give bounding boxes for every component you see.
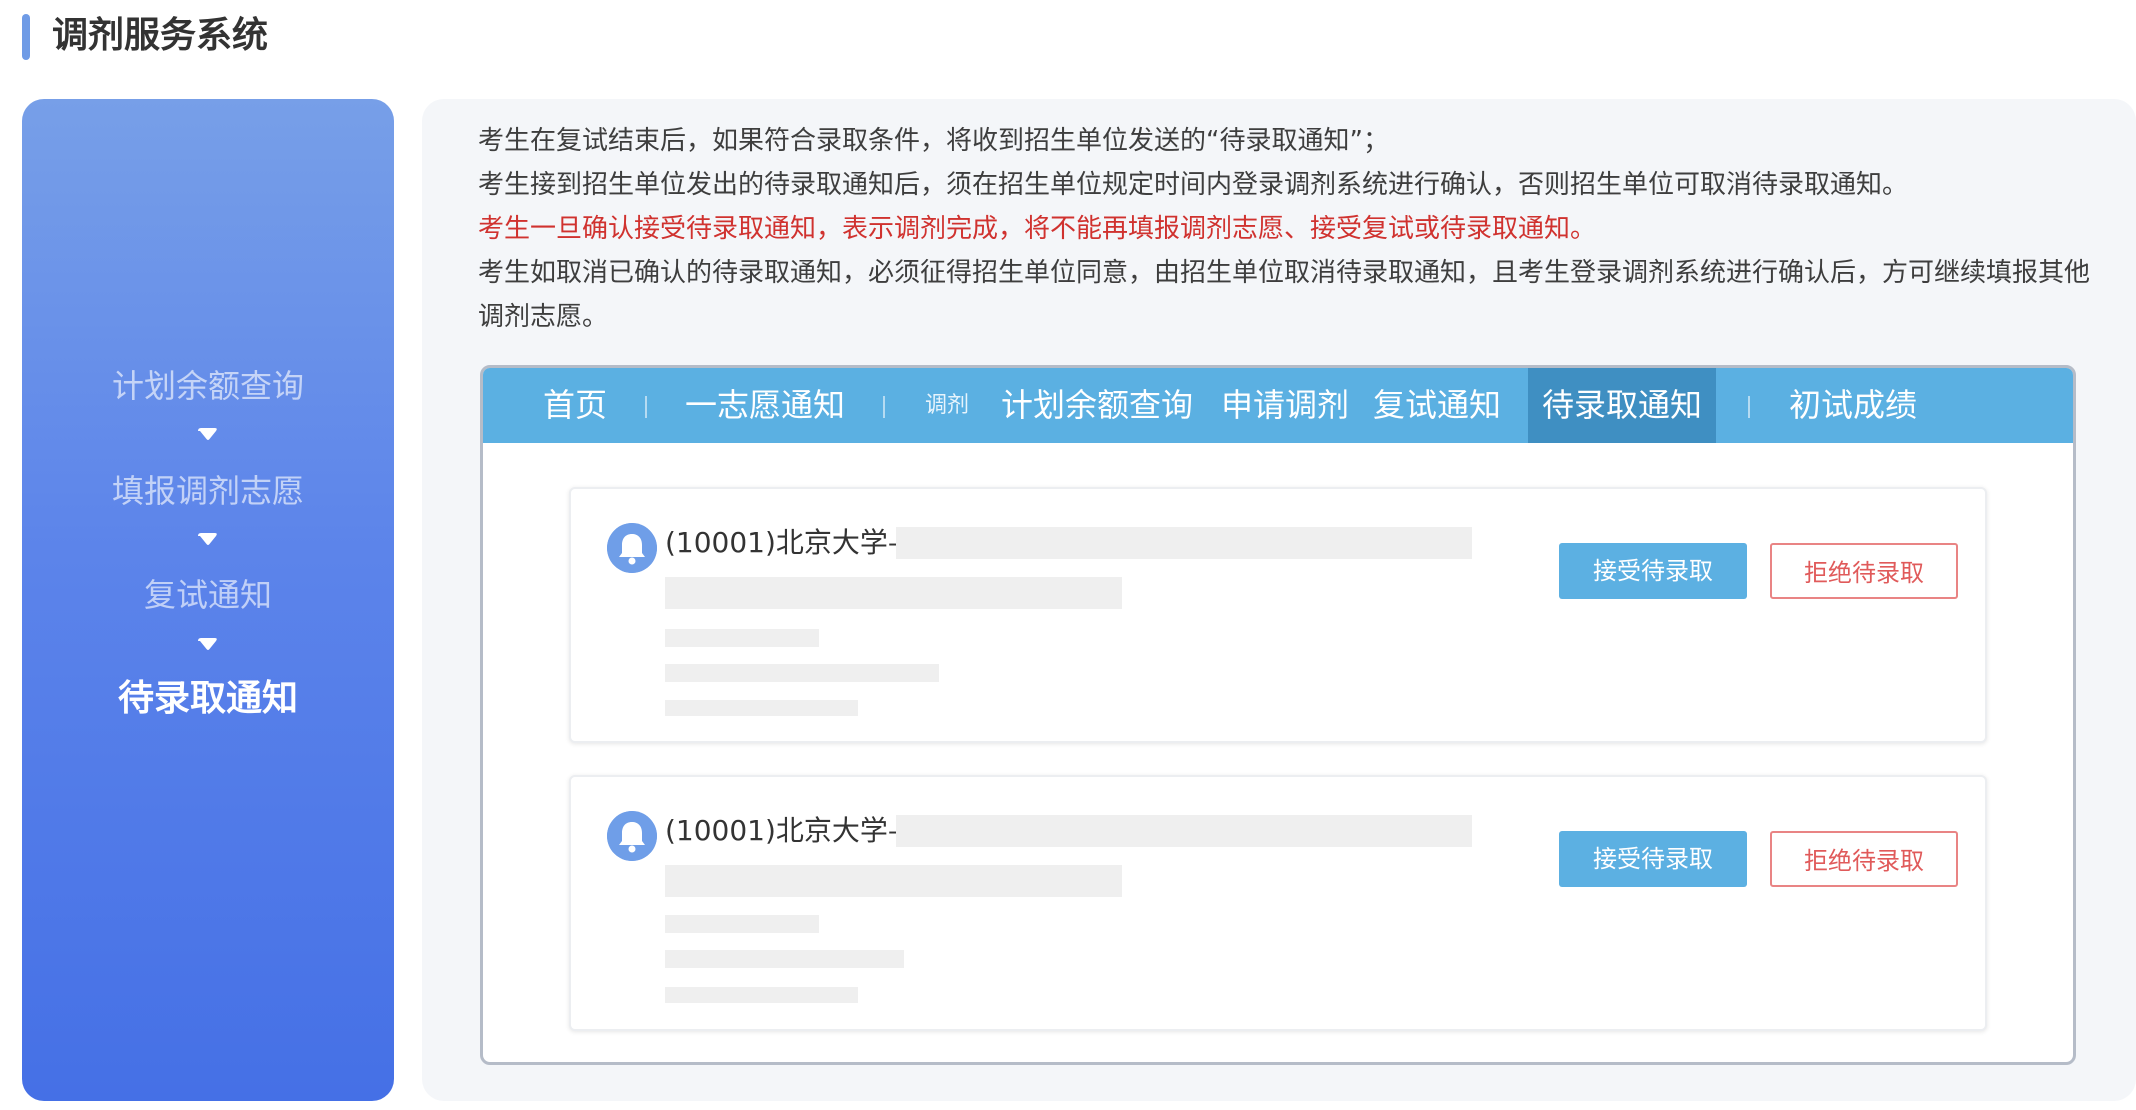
reject-admission-button[interactable]: 拒绝待录取 — [1770, 543, 1958, 599]
nav-divider — [883, 396, 885, 418]
bell-icon — [607, 811, 657, 861]
nav-divider — [645, 396, 647, 418]
system-preview-frame: 首页 一志愿通知 调剂 计划余额查询 申请调剂 复试通知 待录取通知 初试成绩 — [480, 365, 2076, 1065]
blurred-text — [665, 629, 819, 647]
description-line: 考生如取消已确认的待录取通知，必须征得招生单位同意，由招生单位取消待录取通知，且… — [478, 258, 2091, 332]
step-admission-notice[interactable]: 待录取通知 — [22, 677, 394, 721]
caret-down-icon — [198, 428, 217, 440]
nav-home[interactable]: 首页 — [543, 368, 607, 443]
blurred-text — [665, 950, 904, 968]
description-warning: 考生一旦确认接受待录取通知，表示调剂完成，将不能再填报调剂志愿、接受复试或待录取… — [478, 214, 1597, 244]
blurred-text — [665, 865, 1122, 897]
blurred-text — [665, 915, 819, 933]
step-fill-adjustment[interactable]: 填报调剂志愿 — [22, 469, 394, 513]
accept-admission-button[interactable]: 接受待录取 — [1559, 831, 1747, 887]
title-bar-accent — [22, 14, 30, 60]
step-plan-balance-query[interactable]: 计划余额查询 — [22, 364, 394, 408]
description: 考生在复试结束后，如果符合录取条件，将收到招生单位发送的“待录取通知”； 考生接… — [478, 119, 2098, 339]
admission-notice-card: (10001)北京大学– 接受待录取 拒绝待录取 — [569, 487, 1987, 743]
nav-apply-adjustment[interactable]: 申请调剂 — [1221, 368, 1349, 443]
description-line: 考生接到招生单位发出的待录取通知后，须在招生单位规定时间内登录调剂系统进行确认，… — [478, 170, 1909, 200]
reject-admission-button[interactable]: 拒绝待录取 — [1770, 831, 1958, 887]
nav-adjustment-label: 调剂 — [925, 393, 970, 418]
nav-plan-balance-query[interactable]: 计划余额查询 — [1001, 368, 1193, 443]
accept-admission-button[interactable]: 接受待录取 — [1559, 543, 1747, 599]
step-retest-notice[interactable]: 复试通知 — [22, 573, 394, 617]
description-line: 考生在复试结束后，如果符合录取条件，将收到招生单位发送的“待录取通知”； — [478, 126, 1389, 156]
school-name: (10001)北京大学– — [665, 526, 902, 559]
nav-divider — [1748, 396, 1750, 418]
caret-down-icon — [198, 533, 217, 545]
bell-icon — [607, 523, 657, 573]
blurred-text — [665, 987, 858, 1003]
admission-notice-card: (10001)北京大学– 接受待录取 拒绝待录取 — [569, 775, 1987, 1031]
page: 调剂服务系统 计划余额查询 填报调剂志愿 复试通知 待录取通知 考生在复试结束后… — [0, 0, 2136, 1110]
preview-nav-bar: 首页 一志愿通知 调剂 计划余额查询 申请调剂 复试通知 待录取通知 初试成绩 — [483, 368, 2073, 443]
nav-retest-notice[interactable]: 复试通知 — [1373, 368, 1501, 443]
school-name: (10001)北京大学– — [665, 814, 902, 847]
page-title: 调剂服务系统 — [52, 15, 269, 56]
nav-admission-notice[interactable]: 待录取通知 — [1528, 368, 1717, 443]
content-panel: 考生在复试结束后，如果符合录取条件，将收到招生单位发送的“待录取通知”； 考生接… — [422, 99, 2136, 1101]
blurred-text — [665, 577, 1122, 609]
caret-down-icon — [198, 638, 217, 650]
blurred-text — [665, 664, 939, 682]
nav-first-choice-notice[interactable]: 一志愿通知 — [685, 368, 845, 443]
process-sidebar: 计划余额查询 填报调剂志愿 复试通知 待录取通知 — [22, 99, 394, 1101]
nav-initial-scores[interactable]: 初试成绩 — [1789, 368, 1917, 443]
blurred-text — [896, 815, 1472, 847]
blurred-text — [896, 527, 1472, 559]
blurred-text — [665, 700, 858, 716]
